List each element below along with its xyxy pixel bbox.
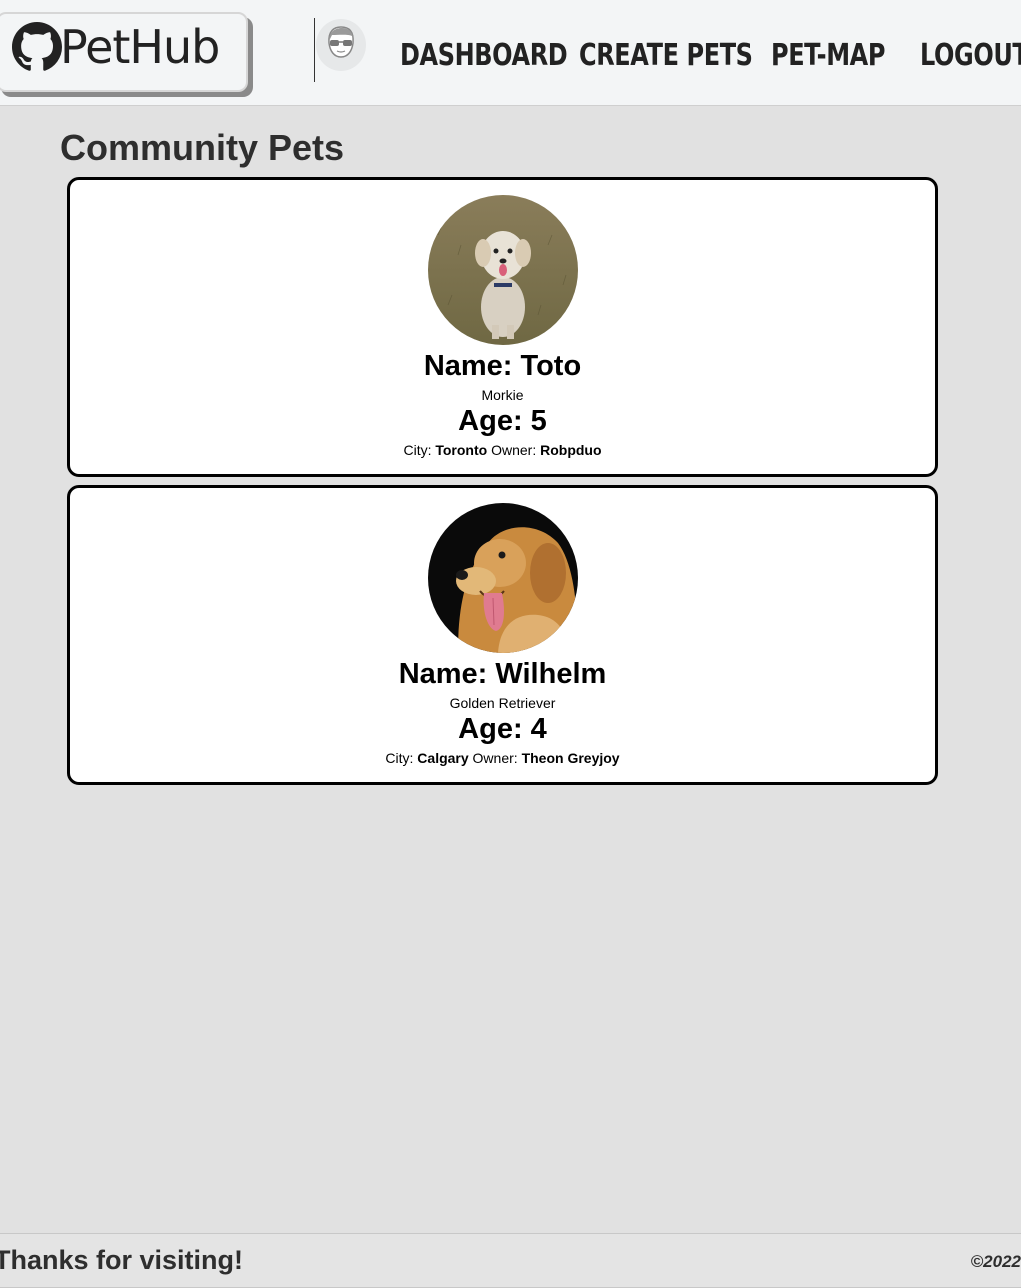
pet-photo <box>428 503 578 653</box>
pet-city: Toronto <box>435 442 488 458</box>
logo-text: PetHub <box>60 20 220 74</box>
pethub-logo-link[interactable]: PetHub <box>0 12 248 92</box>
owner-label: Owner: <box>491 442 537 458</box>
pet-photo <box>428 195 578 345</box>
nav-dashboard[interactable]: DASHBOARD <box>400 38 568 73</box>
nav-create-pets[interactable]: CREATE PETS <box>579 38 753 73</box>
user-avatar-icon <box>328 26 354 58</box>
footer-copyright: ©2022 <box>970 1252 1021 1271</box>
header-divider <box>314 18 315 82</box>
footer-message: Thanks for visiting! <box>0 1245 244 1275</box>
site-footer: Thanks for visiting! ©2022 <box>0 1233 1021 1288</box>
github-icon <box>12 22 62 71</box>
terrier-dog-image <box>428 195 578 345</box>
pet-card[interactable]: Name: Toto Morkie Age: 5 City: Toronto O… <box>67 177 938 477</box>
pet-owner: Robpduo <box>540 442 602 458</box>
pet-breed: Morkie <box>481 387 524 403</box>
pet-location-owner: City: Calgary Owner: Theon Greyjoy <box>70 750 935 766</box>
pet-age: Age: 5 <box>458 405 547 437</box>
golden-retriever-image <box>428 503 578 653</box>
pet-breed: Golden Retriever <box>449 695 556 711</box>
user-avatar[interactable] <box>316 19 366 71</box>
pet-name: Name: Wilhelm <box>398 658 607 690</box>
nav-pet-map[interactable]: PET-MAP <box>771 38 885 73</box>
city-label: City: <box>385 750 414 766</box>
pet-name: Name: Toto <box>423 350 582 382</box>
city-label: City: <box>403 442 432 458</box>
pet-age: Age: 4 <box>458 713 547 745</box>
page-title: Community Pets <box>60 127 345 168</box>
site-header: PetHub DASHBOARD CREATE PETS PET-MAP LOG… <box>0 0 1021 106</box>
owner-label: Owner: <box>472 750 518 766</box>
pet-city: Calgary <box>417 750 469 766</box>
pet-card[interactable]: Name: Wilhelm Golden Retriever Age: 4 Ci… <box>67 485 938 785</box>
pet-owner: Theon Greyjoy <box>521 750 620 766</box>
nav-logout[interactable]: LOGOUT <box>920 38 1021 73</box>
pet-location-owner: City: Toronto Owner: Robpduo <box>70 442 935 458</box>
